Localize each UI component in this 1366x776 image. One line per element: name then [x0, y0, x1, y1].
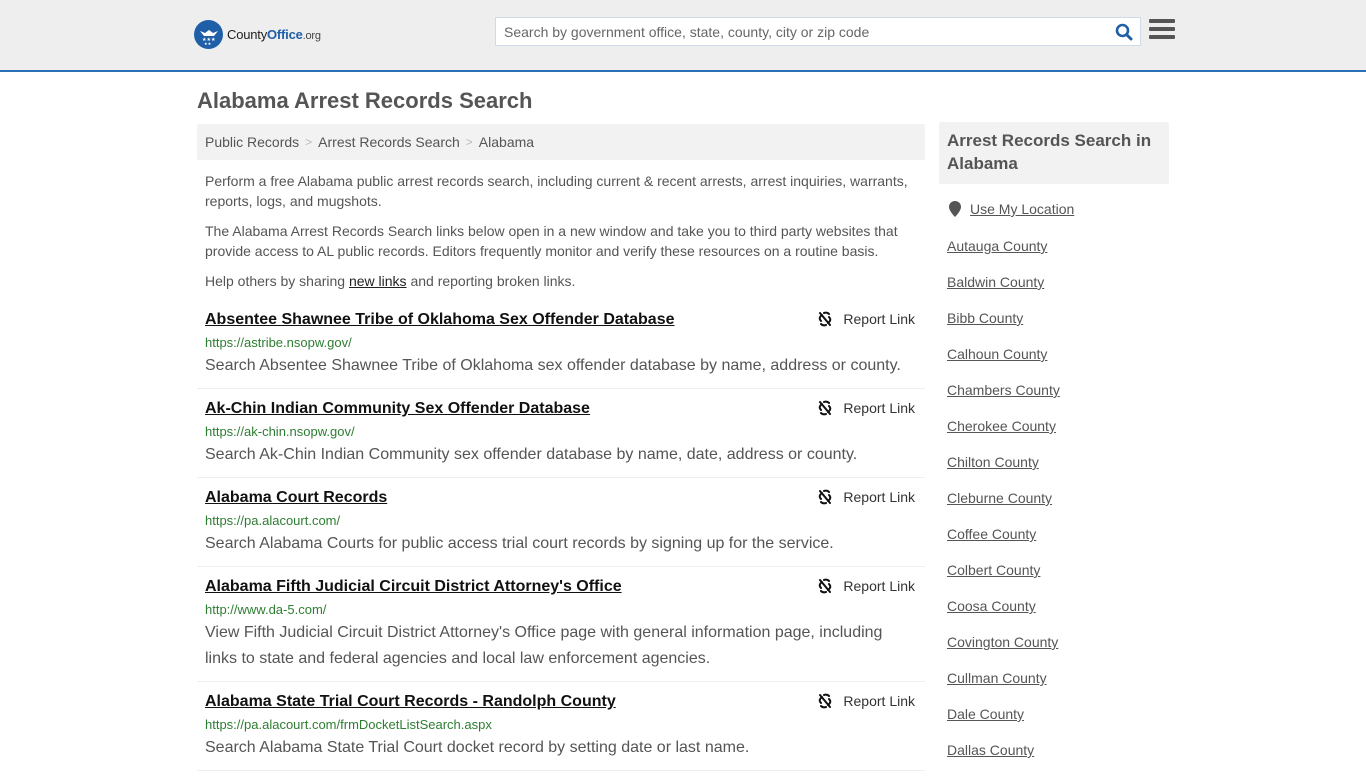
county-item: Dale County — [947, 704, 1060, 740]
county-item: Chambers County — [947, 380, 1060, 416]
result-title-link[interactable]: Alabama Court Records — [205, 488, 387, 508]
breadcrumb-public-records[interactable]: Public Records — [205, 134, 299, 150]
result-item: Ak-Chin Indian Community Sex Offender Da… — [197, 389, 925, 478]
county-item: Chilton County — [947, 452, 1060, 488]
result-description: Search Ak-Chin Indian Community sex offe… — [205, 446, 858, 463]
county-link[interactable]: Coffee County — [947, 526, 1036, 542]
county-item: Coffee County — [947, 524, 1060, 560]
county-link[interactable]: Cherokee County — [947, 418, 1056, 434]
result-description: View Fifth Judicial Circuit District Att… — [205, 624, 883, 667]
logo-text: CountyOffice.org — [227, 27, 321, 42]
county-item: Coosa County — [947, 596, 1060, 632]
breadcrumb-alabama[interactable]: Alabama — [479, 134, 534, 150]
result-description: Search Alabama Courts for public access … — [205, 535, 834, 552]
breadcrumb-arrest-records-search[interactable]: Arrest Records Search — [318, 134, 460, 150]
intro-paragraph-3: Help others by sharing new links and rep… — [205, 273, 576, 289]
county-link[interactable]: Bibb County — [947, 310, 1023, 326]
site-logo[interactable]: ★★★ ★★ CountyOffice.org — [194, 20, 321, 49]
result-item: Alabama Fifth Judicial Circuit District … — [197, 567, 925, 682]
broken-link-icon — [819, 311, 832, 327]
county-link[interactable]: Autauga County — [947, 238, 1047, 254]
county-link[interactable]: Chambers County — [947, 382, 1060, 398]
report-link-button[interactable]: Report Link — [817, 578, 915, 594]
county-item: Autauga County — [947, 236, 1060, 272]
county-link[interactable]: Colbert County — [947, 562, 1040, 578]
county-link[interactable]: Coosa County — [947, 598, 1036, 614]
search-button[interactable] — [1108, 18, 1140, 45]
use-my-location-link[interactable]: Use My Location — [970, 201, 1074, 217]
result-title-link[interactable]: Alabama State Trial Court Records - Rand… — [205, 692, 616, 712]
county-link[interactable]: Dallas County — [947, 742, 1034, 758]
county-link[interactable]: Baldwin County — [947, 274, 1044, 290]
search-input[interactable] — [496, 18, 1108, 45]
county-item: Baldwin County — [947, 272, 1060, 308]
county-link[interactable]: Chilton County — [947, 454, 1039, 470]
county-link[interactable]: Cullman County — [947, 670, 1047, 686]
report-link-button[interactable]: Report Link — [817, 311, 915, 327]
county-item: Colbert County — [947, 560, 1060, 596]
broken-link-icon — [819, 489, 832, 505]
county-item: Calhoun County — [947, 344, 1060, 380]
county-link[interactable]: Calhoun County — [947, 346, 1047, 362]
county-list: Autauga County Baldwin County Bibb Count… — [947, 236, 1060, 776]
search-icon — [1115, 23, 1133, 40]
hamburger-menu-icon[interactable] — [1149, 19, 1175, 43]
result-title-link[interactable]: Ak-Chin Indian Community Sex Offender Da… — [205, 399, 590, 419]
result-url: https://ak-chin.nsopw.gov/ — [205, 424, 355, 439]
result-title-link[interactable]: Alabama Fifth Judicial Circuit District … — [205, 577, 622, 597]
report-link-button[interactable]: Report Link — [817, 693, 915, 709]
map-pin-icon — [949, 201, 961, 217]
eagle-logo-icon: ★★★ ★★ — [194, 20, 223, 49]
county-item: Cherokee County — [947, 416, 1060, 452]
county-item: Cleburne County — [947, 488, 1060, 524]
county-item: Cullman County — [947, 668, 1060, 704]
county-item: Covington County — [947, 632, 1060, 668]
top-header: ★★★ ★★ CountyOffice.org — [0, 0, 1366, 72]
county-item: Bibb County — [947, 308, 1060, 344]
page-title: Alabama Arrest Records Search — [197, 88, 533, 113]
result-description: Search Absentee Shawnee Tribe of Oklahom… — [205, 357, 901, 374]
result-item: Absentee Shawnee Tribe of Oklahoma Sex O… — [197, 300, 925, 389]
breadcrumb: Public Records > Arrest Records Search >… — [197, 124, 925, 160]
intro-paragraph-2: The Alabama Arrest Records Search links … — [205, 223, 898, 259]
result-url: http://www.da-5.com/ — [205, 602, 327, 617]
result-description: Search Alabama State Trial Court docket … — [205, 739, 750, 756]
report-link-button[interactable]: Report Link — [817, 489, 915, 505]
broken-link-icon — [819, 400, 832, 416]
county-link[interactable]: Cleburne County — [947, 490, 1052, 506]
sidebar-title: Arrest Records Search in Alabama — [939, 122, 1169, 184]
svg-text:★★: ★★ — [204, 41, 212, 46]
result-title-link[interactable]: Absentee Shawnee Tribe of Oklahoma Sex O… — [205, 310, 674, 330]
county-link[interactable]: Covington County — [947, 634, 1058, 650]
result-url: https://pa.alacourt.com/frmDocketListSea… — [205, 717, 492, 732]
intro-paragraph-1: Perform a free Alabama public arrest rec… — [205, 173, 908, 209]
search-bar — [495, 17, 1141, 46]
broken-link-icon — [819, 578, 832, 594]
result-item: Alabama Court Records Report Link https:… — [197, 478, 925, 567]
broken-link-icon — [819, 693, 832, 709]
use-my-location: Use My Location — [949, 201, 1074, 217]
county-link[interactable]: Dale County — [947, 706, 1024, 722]
new-links-link[interactable]: new links — [349, 273, 407, 289]
results-list: Absentee Shawnee Tribe of Oklahoma Sex O… — [197, 300, 925, 771]
county-item: Dallas County — [947, 740, 1060, 776]
intro-text: Perform a free Alabama public arrest rec… — [205, 171, 920, 301]
breadcrumb-separator-icon: > — [305, 135, 313, 149]
result-url: https://astribe.nsopw.gov/ — [205, 335, 352, 350]
result-item: Alabama State Trial Court Records - Rand… — [197, 682, 925, 771]
result-url: https://pa.alacourt.com/ — [205, 513, 341, 528]
report-link-button[interactable]: Report Link — [817, 400, 915, 416]
breadcrumb-separator-icon: > — [465, 135, 473, 149]
